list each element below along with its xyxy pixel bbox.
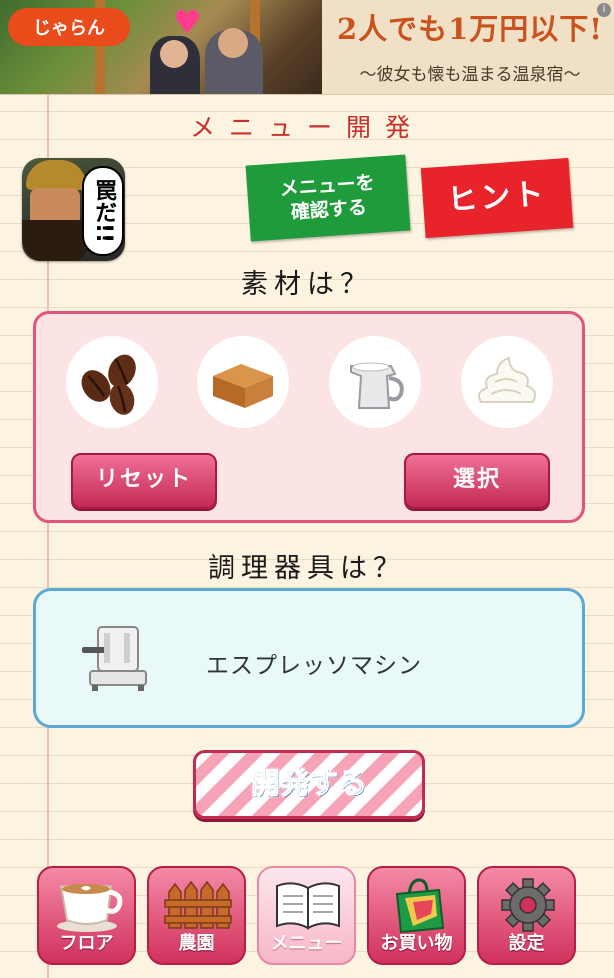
develop-button[interactable]: 開発する <box>193 750 425 819</box>
tool-question: 調理器具は？ <box>208 553 406 584</box>
hint-button[interactable]: ヒント <box>420 157 574 239</box>
fence-icon <box>164 880 232 929</box>
page-title: メニュー開発 <box>189 113 424 142</box>
gear-icon <box>501 878 555 932</box>
nav-item-farm[interactable]: 農園 <box>147 866 246 965</box>
nav-item-settings[interactable]: 設定 <box>477 866 576 965</box>
open-book-icon <box>276 882 340 930</box>
nav-label-menu: メニュー <box>270 933 343 954</box>
avatar-speech-bubble: 罠だ!! <box>82 166 124 256</box>
nav-item-floor[interactable]: フロア <box>37 866 136 965</box>
nav-label-farm: 農園 <box>178 933 215 954</box>
espresso-machine-icon <box>82 626 147 691</box>
select-button[interactable]: 選択 <box>404 453 550 509</box>
shopping-bag-icon <box>395 878 445 934</box>
whipped-cream-icon[interactable] <box>461 336 553 428</box>
ad-headline: 2人でも1万円以下! <box>336 12 604 46</box>
nav-label-floor: フロア <box>59 933 114 954</box>
caramel-icon[interactable] <box>197 336 289 428</box>
ad-banner[interactable]: じゃらん ♥ 2人でも1万円以下! ～彼女も懐も温まる温泉宿～ i <box>0 0 614 95</box>
ingredients-panel: リセット 選択 <box>33 311 585 523</box>
tool-panel[interactable]: エスプレッソマシン <box>33 588 585 728</box>
ad-subline: ～彼女も懐も温まる温泉宿～ <box>359 65 581 85</box>
ad-brand-logo: じゃらん <box>8 8 130 46</box>
nav-label-shopping: お買い物 <box>380 933 453 954</box>
character-avatar[interactable]: 罠だ!! <box>22 158 125 261</box>
nav-item-menu[interactable]: メニュー <box>257 866 356 965</box>
tool-name: エスプレッソマシン <box>206 653 422 679</box>
confirm-menu-button[interactable]: メニューを 確認する <box>245 154 411 242</box>
heart-icon: ♥ <box>173 3 202 41</box>
nav-item-shopping[interactable]: お買い物 <box>367 866 466 965</box>
coffee-cup-icon <box>57 884 123 932</box>
ingredients-question: 素材は？ <box>241 269 373 300</box>
coffee-beans-icon[interactable] <box>66 336 158 428</box>
reset-button[interactable]: リセット <box>71 453 217 509</box>
nav-label-settings: 設定 <box>508 933 545 954</box>
ad-info-icon[interactable]: i <box>597 3 611 17</box>
milk-pitcher-icon[interactable] <box>329 336 421 428</box>
